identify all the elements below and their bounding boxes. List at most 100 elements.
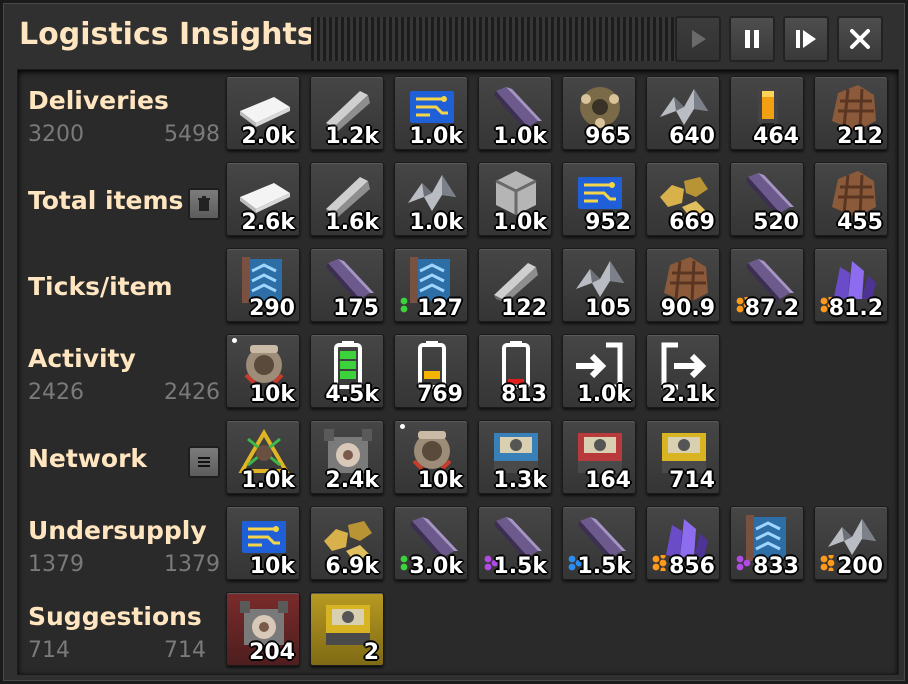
- logistics-insights-window: Logistics Insights Deliveries 3200 5498 2.0…: [0, 0, 908, 684]
- item-count: 4.5k: [325, 382, 379, 407]
- item-slot[interactable]: 714: [646, 420, 720, 494]
- item-slot[interactable]: 204: [226, 592, 300, 666]
- item-slot[interactable]: 1.0k: [562, 334, 636, 408]
- trash-button[interactable]: [188, 188, 220, 220]
- row-left-count: 714: [28, 638, 70, 663]
- step-icon: [796, 30, 816, 48]
- item-count: 2.6k: [241, 210, 295, 235]
- item-count: 952: [585, 210, 631, 235]
- item-count: 6.9k: [325, 554, 379, 579]
- row-right-count: 2426: [164, 380, 220, 405]
- close-button[interactable]: [837, 16, 883, 62]
- item-slot[interactable]: 2.6k: [226, 162, 300, 236]
- menu-button[interactable]: [188, 446, 220, 478]
- item-slot[interactable]: 164: [562, 420, 636, 494]
- item-slot[interactable]: 122: [478, 248, 552, 322]
- item-slot[interactable]: 640: [646, 76, 720, 150]
- item-slot[interactable]: 1.0k: [394, 76, 468, 150]
- item-slot[interactable]: 212: [814, 76, 888, 150]
- item-slot[interactable]: 290: [226, 248, 300, 322]
- item-slot[interactable]: 965: [562, 76, 636, 150]
- row-left-count: 2426: [28, 380, 84, 405]
- drag-handle[interactable]: [311, 17, 683, 61]
- row-suggestions: Suggestions 714 714 204 2: [18, 590, 898, 674]
- row-total-items: Total items 2.6k 1.6k 1.0k 1.0k 952 669 520 455: [18, 160, 898, 244]
- row-right-count: 714: [164, 638, 206, 663]
- item-slot[interactable]: 1.0k: [478, 76, 552, 150]
- item-slot[interactable]: 200: [814, 506, 888, 580]
- item-slot[interactable]: 127: [394, 248, 468, 322]
- row-network: Network 1.0k 2.4k 10k 1.3k 164 714: [18, 418, 898, 502]
- menu-icon: [198, 457, 210, 467]
- row-activity: Activity 2426 2426 10k 4.5k 769 813 1.0k 2.1k: [18, 332, 898, 416]
- item-count: 1.0k: [577, 382, 631, 407]
- play-icon: [692, 30, 706, 48]
- item-slot[interactable]: 1.5k: [478, 506, 552, 580]
- item-count: 175: [333, 296, 379, 321]
- item-count: 1.0k: [493, 210, 547, 235]
- item-count: 965: [585, 124, 631, 149]
- row-label-undersupply: Undersupply: [28, 516, 207, 545]
- item-slot[interactable]: 1.5k: [562, 506, 636, 580]
- item-count: 90.9: [660, 296, 715, 321]
- row-deliveries: Deliveries 3200 5498 2.0k 1.2k 1.0k 1.0k 965 640…: [18, 74, 898, 158]
- item-slot[interactable]: 813: [478, 334, 552, 408]
- item-count: 122: [501, 296, 547, 321]
- item-slot[interactable]: 1.0k: [394, 162, 468, 236]
- item-slot[interactable]: 1.0k: [478, 162, 552, 236]
- item-count: 2.0k: [241, 124, 295, 149]
- item-slot[interactable]: 1.6k: [310, 162, 384, 236]
- row-label-network: Network: [28, 444, 148, 473]
- item-slot[interactable]: 6.9k: [310, 506, 384, 580]
- item-slot[interactable]: 90.9: [646, 248, 720, 322]
- item-count: 204: [249, 640, 295, 665]
- item-slot[interactable]: 2.4k: [310, 420, 384, 494]
- row-label-total-items: Total items: [28, 186, 184, 215]
- item-slot[interactable]: 81.2: [814, 248, 888, 322]
- item-slot[interactable]: 2.0k: [226, 76, 300, 150]
- item-slot[interactable]: 105: [562, 248, 636, 322]
- item-count: 640: [669, 124, 715, 149]
- item-slot[interactable]: 3.0k: [394, 506, 468, 580]
- item-slot[interactable]: 856: [646, 506, 720, 580]
- item-slot[interactable]: 669: [646, 162, 720, 236]
- item-slot[interactable]: 10k: [226, 334, 300, 408]
- item-count: 212: [837, 124, 883, 149]
- item-count: 127: [417, 296, 463, 321]
- item-slot[interactable]: 833: [730, 506, 804, 580]
- item-count: 1.5k: [577, 554, 631, 579]
- item-slot[interactable]: 455: [814, 162, 888, 236]
- title-bar[interactable]: Logistics Insights: [11, 11, 897, 65]
- item-count: 1.0k: [241, 468, 295, 493]
- row-undersupply: Undersupply 1379 1379 10k 6.9k 3.0k 1.5k 1.5k 85…: [18, 504, 898, 588]
- item-slot[interactable]: 952: [562, 162, 636, 236]
- play-button[interactable]: [675, 16, 721, 62]
- row-label-suggestions: Suggestions: [28, 602, 202, 631]
- item-slot[interactable]: 1.2k: [310, 76, 384, 150]
- item-count: 105: [585, 296, 631, 321]
- item-slot[interactable]: 175: [310, 248, 384, 322]
- item-slot[interactable]: 520: [730, 162, 804, 236]
- item-count: 1.0k: [409, 124, 463, 149]
- step-button[interactable]: [783, 16, 829, 62]
- item-count: 2.4k: [325, 468, 379, 493]
- item-slot[interactable]: 4.5k: [310, 334, 384, 408]
- marker-dot: [232, 338, 237, 343]
- item-slot[interactable]: 464: [730, 76, 804, 150]
- item-slot[interactable]: 769: [394, 334, 468, 408]
- item-count: 200: [837, 554, 883, 579]
- pause-button[interactable]: [729, 16, 775, 62]
- row-label-activity: Activity: [28, 344, 136, 373]
- close-icon: [850, 29, 870, 49]
- item-count: 669: [669, 210, 715, 235]
- item-slot[interactable]: 1.0k: [226, 420, 300, 494]
- item-slot[interactable]: 1.3k: [478, 420, 552, 494]
- item-slot[interactable]: 10k: [394, 420, 468, 494]
- item-slot[interactable]: 87.2: [730, 248, 804, 322]
- row-right-count: 1379: [164, 552, 220, 577]
- item-slot[interactable]: 2: [310, 592, 384, 666]
- item-slot[interactable]: 2.1k: [646, 334, 720, 408]
- row-left-count: 3200: [28, 122, 84, 147]
- item-slot[interactable]: 10k: [226, 506, 300, 580]
- item-count: 1.5k: [493, 554, 547, 579]
